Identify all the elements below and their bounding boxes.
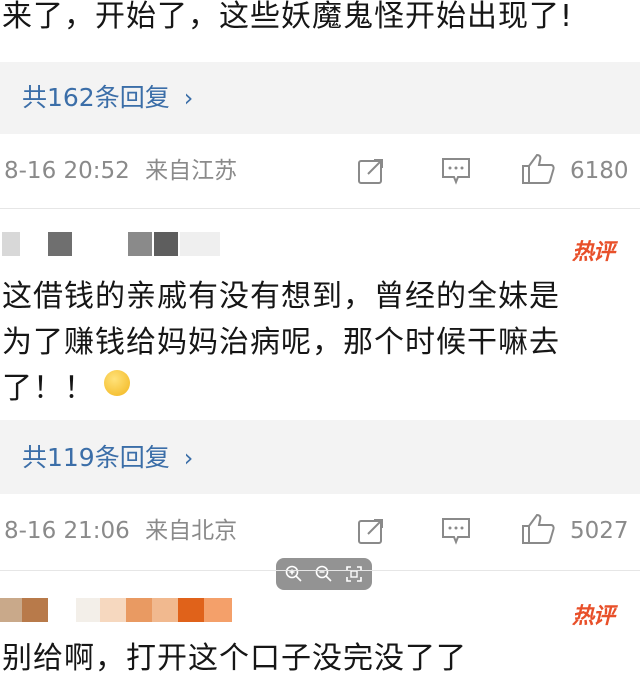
comment-1-timestamp: 8-16 20:52 来自江苏: [4, 156, 237, 186]
share-icon[interactable]: [356, 156, 386, 186]
comment-2-time: 8-16 21:06: [4, 518, 130, 544]
comment-1-location: 来自江苏: [145, 158, 238, 184]
comment-2-replies-label: 共119条回复: [22, 443, 170, 472]
comment-2-line-2: 为了赚钱给妈妈治病呢，那个时候干嘛去: [2, 325, 560, 360]
username-blurred: [204, 598, 232, 622]
zoom-out-icon[interactable]: [314, 564, 334, 584]
comment-2-line-3-text: 了！！: [2, 371, 95, 406]
chevron-right-icon: ›: [183, 444, 194, 472]
username-blurred: [128, 232, 152, 256]
comment-2-text: 这借钱的亲戚有没有想到，曾经的全妹是 为了赚钱给妈妈治病呢，那个时候干嘛去 了！…: [2, 274, 560, 412]
username-blurred: [76, 598, 100, 622]
divider: [0, 570, 640, 571]
username-blurred: [178, 598, 204, 622]
comment-3-text: 别给啊，打开这个口子没完没了了: [2, 636, 467, 682]
comment-1-like-count: 6180: [570, 158, 629, 184]
share-icon[interactable]: [356, 516, 386, 546]
username-blurred: [100, 598, 126, 622]
username-blurred: [154, 232, 178, 256]
comment-icon[interactable]: [440, 156, 472, 186]
comment-2-line-3: 了！！: [2, 366, 560, 412]
zoom-toolbar: [276, 558, 372, 590]
username-blurred: [2, 232, 20, 256]
username-blurred: [126, 598, 152, 622]
zoom-in-icon[interactable]: [284, 564, 304, 584]
comment-2-replies-box[interactable]: 共119条回复 ›: [0, 420, 640, 494]
comment-1-text: 来了，开始了，这些妖魔鬼怪开始出现了!: [2, 0, 573, 40]
username-blurred: [48, 232, 72, 256]
username-blurred: [152, 598, 178, 622]
comment-2-line-1: 这借钱的亲戚有没有想到，曾经的全妹是: [2, 279, 560, 314]
emoji-icon: [104, 370, 130, 396]
comment-1-replies-link[interactable]: 共162条回复 ›: [22, 80, 193, 116]
fit-screen-icon[interactable]: [344, 564, 364, 584]
divider: [0, 208, 640, 209]
hot-comment-badge: 热评: [572, 239, 615, 265]
comment-1-time: 8-16 20:52: [4, 158, 130, 184]
comment-2-timestamp: 8-16 21:06 来自北京: [4, 516, 237, 546]
comment-icon[interactable]: [440, 516, 472, 546]
comment-2-like-count: 5027: [570, 518, 629, 544]
thumbs-up-icon[interactable]: [520, 152, 556, 186]
comment-1-line-1: 来了，开始了，这些妖魔鬼怪开始出现了!: [2, 0, 574, 34]
username-blurred: [22, 598, 48, 622]
thumbs-up-icon[interactable]: [520, 512, 556, 546]
hot-comment-badge: 热评: [572, 603, 615, 629]
username-blurred: [180, 232, 220, 256]
comment-2-replies-link[interactable]: 共119条回复 ›: [22, 440, 193, 476]
comment-1-replies-box[interactable]: 共162条回复 ›: [0, 62, 640, 134]
chevron-right-icon: ›: [183, 84, 194, 112]
comment-2-location: 来自北京: [145, 518, 238, 544]
comment-3-line-1: 别给啊，打开这个口子没完没了了: [2, 641, 467, 676]
comment-1-replies-label: 共162条回复: [22, 83, 170, 112]
username-blurred: [0, 598, 22, 622]
